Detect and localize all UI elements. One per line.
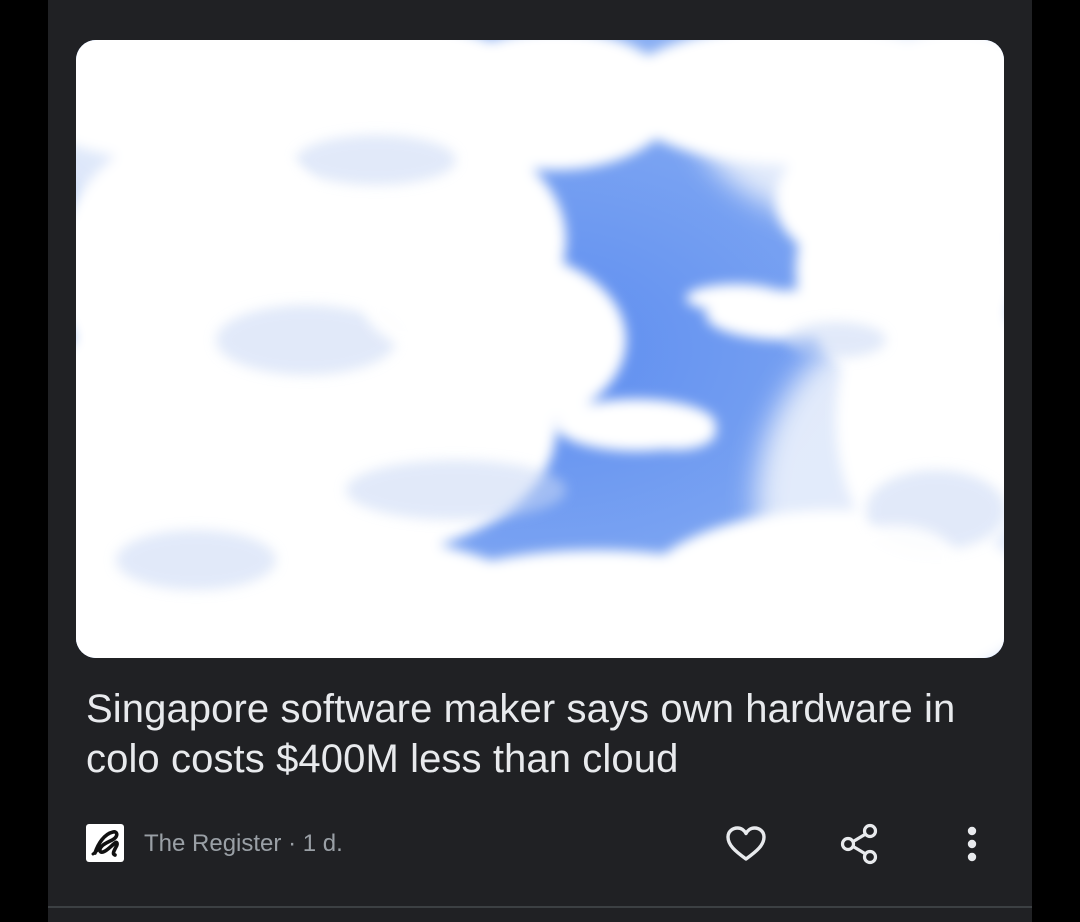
article-meta-row: The Register · 1 d. (86, 823, 1032, 865)
like-button[interactable] (722, 820, 770, 868)
more-vert-icon (967, 826, 977, 862)
heart-icon (726, 826, 766, 861)
source-name[interactable]: The Register (144, 830, 281, 857)
article-age: 1 d. (302, 830, 343, 857)
share-button[interactable] (835, 820, 883, 868)
the-register-logo-icon (86, 824, 124, 862)
source-line: The Register · 1 d. (144, 830, 343, 858)
article-headline[interactable]: Singapore software maker says own hardwa… (86, 684, 986, 784)
more-options-button[interactable] (948, 820, 996, 868)
meta-separator: · (288, 830, 297, 857)
cloud-dollar-illustration (76, 40, 1004, 658)
news-card[interactable]: Singapore software maker says own hardwa… (48, 0, 1032, 922)
card-divider (48, 906, 1032, 908)
article-image[interactable] (76, 40, 1004, 658)
share-icon (840, 823, 878, 865)
